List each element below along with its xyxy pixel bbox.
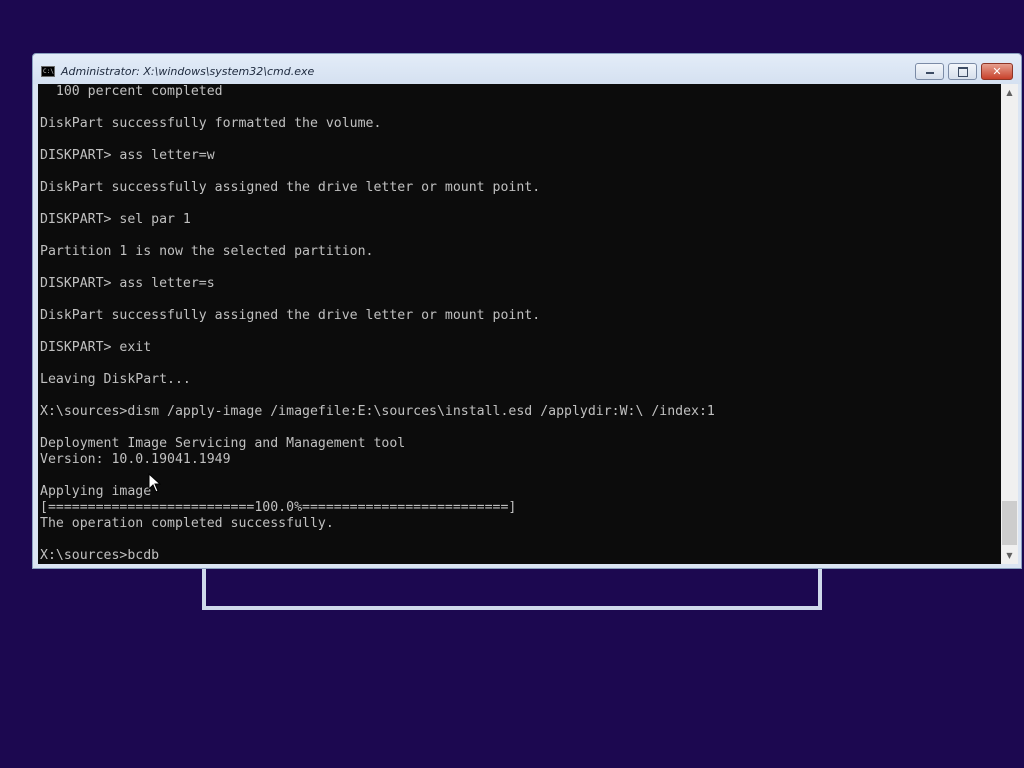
console-line: Partition 1 is now the selected partitio…	[40, 244, 374, 259]
vertical-scrollbar[interactable]: ▲ ▼	[1001, 84, 1018, 564]
cmd-window[interactable]: C:\ Administrator: X:\windows\system32\c…	[32, 53, 1022, 569]
console-line: Applying image	[40, 484, 152, 499]
maximize-icon	[958, 67, 968, 77]
console-line: DiskPart successfully assigned the drive…	[40, 180, 541, 195]
console-text: 100 percent completed DiskPart successful…	[40, 84, 715, 564]
console-line: 100 percent completed	[40, 84, 223, 99]
console-line: DiskPart successfully formatted the volu…	[40, 116, 382, 131]
mouse-pointer-icon	[148, 473, 162, 493]
console-output[interactable]: 100 percent completed DiskPart successful…	[38, 84, 1001, 564]
scroll-thumb[interactable]	[1002, 501, 1017, 545]
console-line: DISKPART> ass letter=s	[40, 276, 215, 291]
console-line: DISKPART> exit	[40, 340, 152, 355]
console-line: X:\sources>bcdb	[40, 548, 160, 563]
console-line: Version: 10.0.19041.1949	[40, 452, 231, 467]
close-button[interactable]: ✕	[981, 63, 1013, 80]
close-icon: ✕	[992, 65, 1002, 78]
console-line: Leaving DiskPart...	[40, 372, 191, 387]
title-bar[interactable]: C:\ Administrator: X:\windows\system32\c…	[33, 54, 1021, 84]
console-line: Deployment Image Servicing and Managemen…	[40, 436, 406, 451]
minimize-button[interactable]	[915, 63, 944, 80]
console-line: DISKPART> sel par 1	[40, 212, 191, 227]
window-title: Administrator: X:\windows\system32\cmd.e…	[61, 65, 315, 78]
scroll-up-arrow-icon[interactable]: ▲	[1001, 84, 1018, 101]
cmd-app-icon: C:\	[41, 66, 55, 77]
desktop-background: C:\ Administrator: X:\windows\system32\c…	[0, 0, 1024, 768]
scroll-down-arrow-icon[interactable]: ▼	[1001, 547, 1018, 564]
minimize-icon	[926, 72, 934, 74]
maximize-button[interactable]	[948, 63, 977, 80]
console-line: The operation completed successfully.	[40, 516, 334, 531]
console-line: X:\sources>dism /apply-image /imagefile:…	[40, 404, 715, 419]
console-line: DISKPART> ass letter=w	[40, 148, 215, 163]
console-line: [==========================100.0%=======…	[40, 500, 517, 515]
console-line: DiskPart successfully assigned the drive…	[40, 308, 541, 323]
